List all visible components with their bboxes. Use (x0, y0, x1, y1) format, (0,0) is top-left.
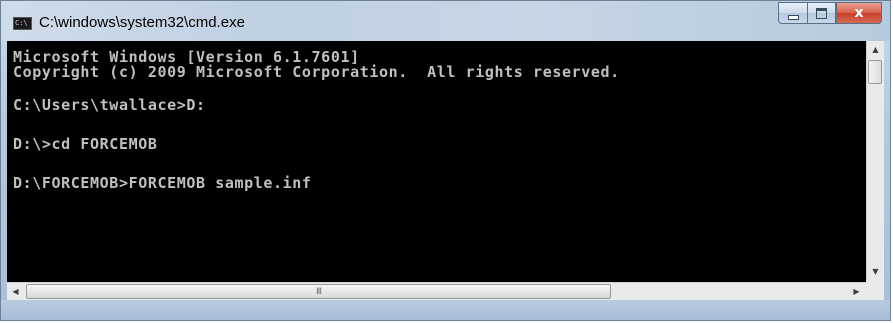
cmd-icon[interactable]: C:\ (13, 17, 32, 30)
minimize-icon (787, 14, 799, 20)
grip-icon: III (316, 286, 322, 297)
maximize-button[interactable] (807, 2, 836, 24)
scroll-down-arrow-icon[interactable]: ▼ (867, 263, 884, 280)
size-grip[interactable] (866, 282, 884, 300)
console-line-copyright: Copyright (c) 2009 Microsoft Corporation… (13, 63, 620, 81)
console-output[interactable]: Microsoft Windows [Version 6.1.7601] Cop… (7, 41, 866, 282)
console-line-run-command: D:\FORCEMOB>FORCEMOB sample.inf (13, 174, 312, 192)
horizontal-scroll-thumb[interactable]: III (26, 284, 611, 299)
vertical-scroll-thumb[interactable] (868, 60, 882, 84)
close-button[interactable]: x (836, 2, 882, 24)
scroll-left-arrow-icon[interactable]: ◀ (7, 283, 24, 300)
cmd-window: C:\ C:\windows\system32\cmd.exe x Micros… (0, 0, 891, 321)
maximize-icon (816, 7, 827, 19)
vertical-scrollbar[interactable]: ▲ ▼ (866, 41, 884, 282)
console-line-cd-command: D:\>cd FORCEMOB (13, 135, 158, 153)
window-title: C:\windows\system32\cmd.exe (39, 14, 245, 31)
horizontal-scrollbar[interactable]: ◀ III ▶ (7, 282, 884, 300)
scroll-up-arrow-icon[interactable]: ▲ (867, 41, 884, 58)
minimize-button[interactable] (778, 2, 807, 24)
window-bottom-frame (1, 300, 890, 320)
caption-buttons: x (778, 2, 882, 24)
close-icon: x (854, 5, 864, 21)
title-bar[interactable]: C:\ C:\windows\system32\cmd.exe x (1, 1, 890, 41)
console-line-prompt-drive: C:\Users\twallace>D: (13, 96, 206, 114)
scroll-right-arrow-icon[interactable]: ▶ (848, 283, 865, 300)
